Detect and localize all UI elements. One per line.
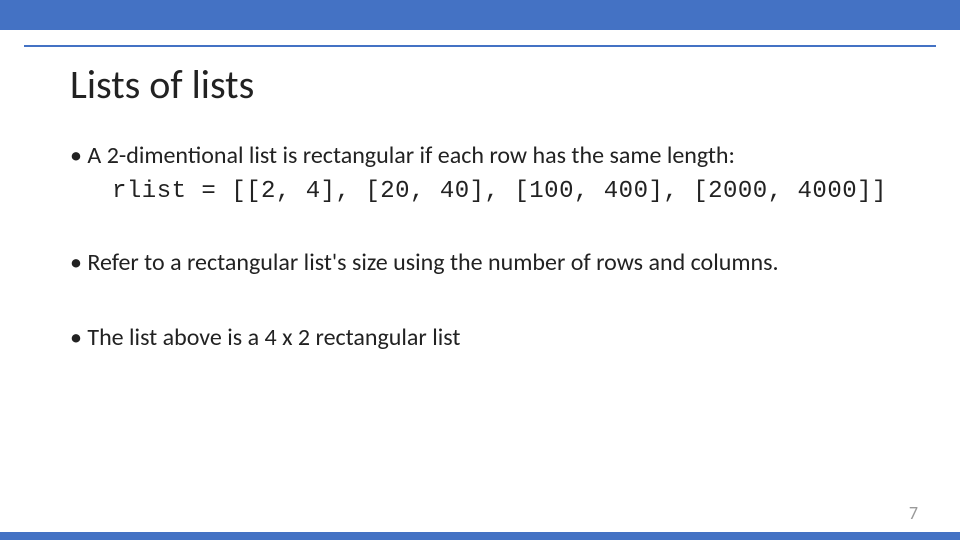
bullet-2: • Refer to a rectangular list's size usi… bbox=[70, 247, 900, 279]
slide-title: Lists of lists bbox=[70, 60, 254, 109]
slide: Lists of lists • A 2-dimentional list is… bbox=[0, 0, 960, 540]
top-divider-line bbox=[24, 45, 936, 47]
spacer bbox=[70, 211, 900, 247]
code-example: rlist = [[2, 4], [20, 40], [100, 400], [… bbox=[112, 178, 900, 205]
spacer bbox=[70, 286, 900, 322]
page-number: 7 bbox=[909, 502, 918, 524]
slide-body: • A 2-dimentional list is rectangular if… bbox=[70, 140, 900, 360]
top-accent-bar bbox=[0, 0, 960, 30]
bottom-accent-bar bbox=[0, 532, 960, 540]
bullet-3: • The list above is a 4 x 2 rectangular … bbox=[70, 322, 900, 354]
bullet-1: • A 2-dimentional list is rectangular if… bbox=[70, 140, 900, 172]
